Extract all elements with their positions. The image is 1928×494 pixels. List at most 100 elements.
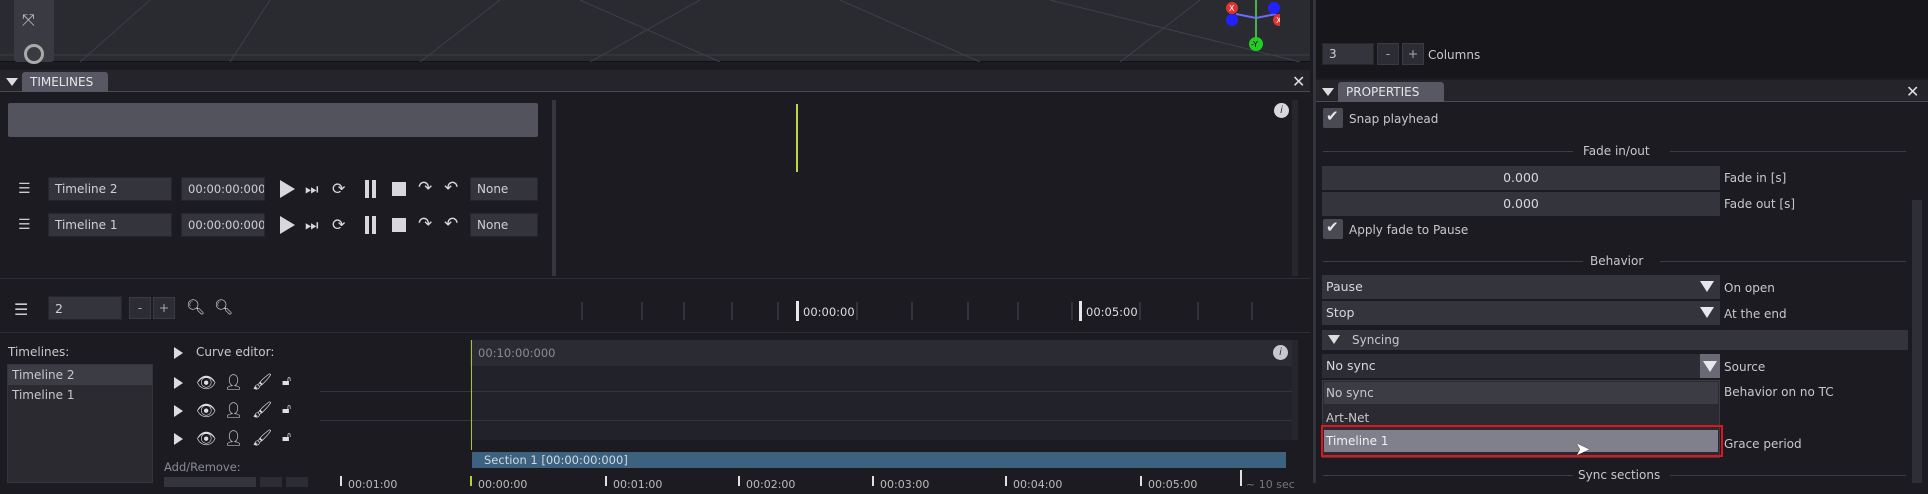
- play-icon[interactable]: [280, 180, 295, 198]
- ruler-ticks: [581, 301, 1253, 321]
- on-open-dropdown[interactable]: Pause: [1322, 275, 1720, 299]
- brush-icon[interactable]: 🖌︎: [252, 428, 272, 447]
- lock-icon[interactable]: 🔓︎: [282, 429, 291, 445]
- list-item-timeline-1[interactable]: Timeline 1: [12, 386, 74, 404]
- pause-icon[interactable]: [365, 180, 369, 198]
- user-icon[interactable]: 👤︎: [224, 429, 243, 447]
- lower-tick: [738, 476, 740, 486]
- row-drag-handle-icon[interactable]: ☰: [18, 217, 31, 233]
- curve-playhead[interactable]: [471, 340, 472, 450]
- snap-playhead-checkbox[interactable]: ✔: [1323, 107, 1343, 128]
- properties-tab[interactable]: PROPERTIES: [1338, 82, 1444, 102]
- undo-icon[interactable]: ↶: [444, 178, 458, 198]
- behavior-divider-left: [1323, 261, 1583, 262]
- timeline-time-field[interactable]: 00:00:00:000: [181, 177, 265, 201]
- info-icon[interactable]: i: [1274, 103, 1289, 118]
- next-icon[interactable]: ⏭: [305, 216, 319, 234]
- syncing-collapse-icon[interactable]: [1328, 335, 1340, 344]
- redo-icon[interactable]: ↷: [418, 178, 432, 198]
- snap-playhead-label: Snap playhead: [1349, 112, 1439, 126]
- next-icon[interactable]: ⏭: [305, 180, 319, 198]
- user-icon[interactable]: 👤︎: [224, 373, 243, 391]
- panel-menu-icon[interactable]: [6, 78, 18, 86]
- eye-icon[interactable]: 👁︎: [196, 373, 216, 392]
- stop-icon[interactable]: [392, 218, 406, 232]
- timeline-name-field[interactable]: Timeline 2: [48, 177, 172, 201]
- zoom-out-icon[interactable]: 🔍︎: [214, 298, 233, 316]
- properties-menu-icon[interactable]: [1322, 88, 1334, 96]
- track-expand-icon[interactable]: [174, 433, 183, 445]
- lock-icon[interactable]: 🔓︎: [282, 373, 291, 389]
- lower-tick: [340, 476, 342, 486]
- user-icon[interactable]: 👤︎: [224, 401, 243, 419]
- properties-scrollbar[interactable]: [1912, 200, 1922, 483]
- columns-field[interactable]: 3: [1322, 43, 1374, 65]
- curve-info-icon[interactable]: i: [1273, 345, 1288, 360]
- eye-icon[interactable]: 👁︎: [196, 429, 216, 448]
- track-scrollbar[interactable]: [1292, 100, 1298, 276]
- apply-fade-checkbox[interactable]: ✔: [1323, 218, 1343, 239]
- chevron-down-icon: [1703, 361, 1717, 372]
- play-icon[interactable]: [280, 216, 295, 234]
- loop-icon[interactable]: ⟳: [332, 215, 345, 234]
- hamburger-icon[interactable]: ☰: [14, 300, 28, 319]
- eye-icon[interactable]: 👁︎: [196, 401, 216, 420]
- lower-tick-label: 00:01:00: [348, 478, 398, 491]
- orbit-icon[interactable]: [24, 44, 44, 64]
- fade-in-field[interactable]: 0.000: [1322, 166, 1720, 190]
- timelines-tab[interactable]: TIMELINES: [22, 72, 108, 92]
- properties-close-icon[interactable]: ✕: [1906, 82, 1919, 101]
- add-remove-field[interactable]: [164, 477, 256, 487]
- curve-track-line-2: [320, 420, 1292, 421]
- curve-scrollbar[interactable]: [1292, 340, 1298, 440]
- viewport-3d[interactable]: ⤧ X X -Y: [0, 0, 1310, 64]
- brush-icon[interactable]: 🖌︎: [252, 400, 272, 419]
- lower-end-marker: [1240, 470, 1242, 486]
- gizmo-y: -Y: [1251, 40, 1258, 49]
- zoom-in-icon[interactable]: 🔍︎: [186, 298, 205, 316]
- timeline-time-field[interactable]: 00:00:00:000: [181, 213, 265, 237]
- redo-icon[interactable]: ↷: [418, 214, 432, 234]
- lower-tick: [872, 476, 874, 486]
- fade-divider-left: [1323, 151, 1573, 152]
- fade-divider-right: [1670, 151, 1906, 152]
- undo-icon[interactable]: ↶: [444, 214, 458, 234]
- syncing-header-bar[interactable]: [1322, 330, 1908, 350]
- loop-icon[interactable]: ⟳: [332, 179, 345, 198]
- count-plus-button[interactable]: +: [153, 297, 175, 319]
- timeline-mode-field[interactable]: None: [470, 177, 538, 201]
- track-expand-icon[interactable]: [174, 405, 183, 417]
- pause-icon[interactable]: [365, 216, 369, 234]
- timeline-track-area[interactable]: [552, 100, 1292, 276]
- bottom-divider: [0, 278, 1310, 279]
- lock-icon[interactable]: 🔓︎: [282, 401, 291, 417]
- timeline-mode-field[interactable]: None: [470, 213, 538, 237]
- columns-minus-button[interactable]: -: [1377, 43, 1399, 65]
- ruler-label-0: 00:00:00: [803, 305, 855, 319]
- lower-tick-label: 00:00:00: [478, 478, 528, 491]
- source-dropdown[interactable]: No sync: [1322, 354, 1720, 378]
- row-drag-handle-icon[interactable]: ☰: [18, 181, 31, 197]
- playhead-line[interactable]: [796, 104, 798, 172]
- syncing-header: Syncing: [1352, 333, 1400, 347]
- stop-icon[interactable]: [392, 182, 406, 196]
- count-minus-button[interactable]: -: [129, 297, 151, 319]
- source-dropdown-arrow-button[interactable]: [1700, 354, 1720, 378]
- columns-plus-button[interactable]: +: [1402, 43, 1424, 65]
- add-button[interactable]: [260, 477, 282, 487]
- at-end-dropdown[interactable]: Stop: [1322, 301, 1720, 325]
- section-bar-label: Section 1 [00:00:00:000]: [484, 453, 628, 467]
- brush-icon[interactable]: 🖌︎: [252, 372, 272, 391]
- fade-out-field[interactable]: 0.000: [1322, 192, 1720, 216]
- curve-editor-expand-icon[interactable]: [174, 347, 183, 359]
- curve-time-label: 00:10:00:000: [478, 346, 556, 360]
- transform-icon[interactable]: ⤧: [22, 10, 35, 30]
- dropdown-option-no-sync[interactable]: No sync: [1324, 382, 1718, 404]
- close-icon[interactable]: ✕: [1292, 72, 1305, 91]
- timeline-count-field[interactable]: 2: [48, 296, 122, 320]
- timeline-row-selected[interactable]: [8, 103, 538, 137]
- remove-button[interactable]: [286, 477, 308, 487]
- list-item-timeline-2[interactable]: Timeline 2: [12, 366, 74, 384]
- track-expand-icon[interactable]: [174, 377, 183, 389]
- timeline-name-field[interactable]: Timeline 1: [48, 213, 172, 237]
